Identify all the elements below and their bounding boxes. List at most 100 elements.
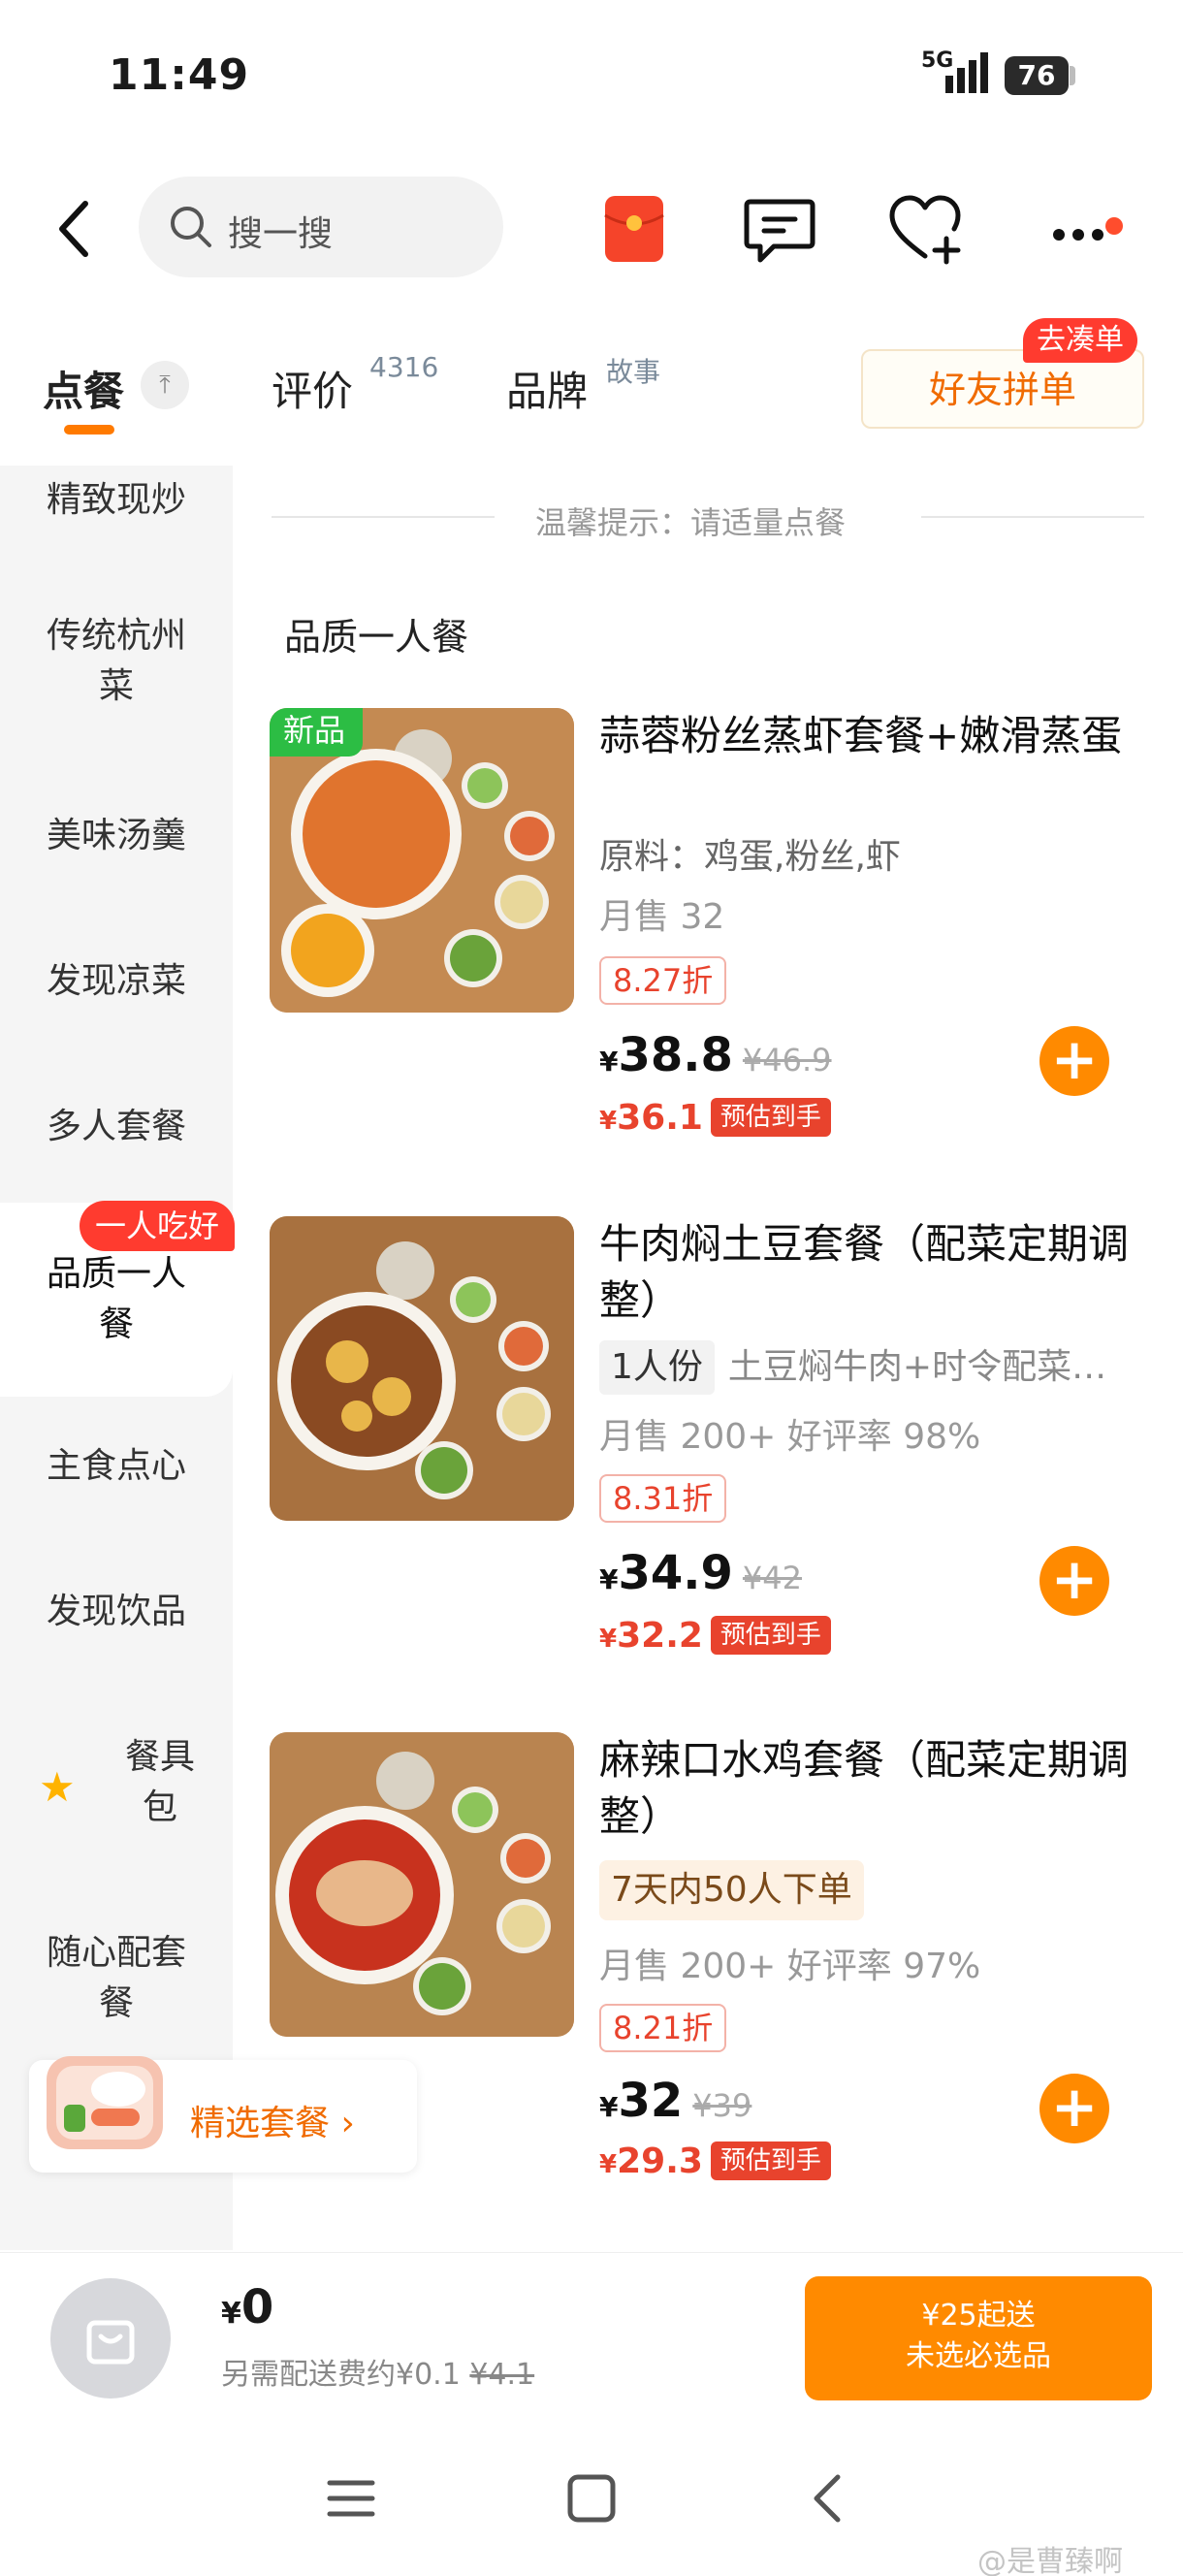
dish-image (270, 1216, 574, 1521)
shopping-bag-icon (86, 2320, 135, 2365)
sidebar-item[interactable]: 多人套餐 (0, 1102, 233, 1152)
message-icon[interactable] (741, 190, 818, 268)
delivery-fee-label: 另需配送费约¥0.1 (221, 2358, 461, 2392)
original-price: ¥42 (742, 1560, 802, 1596)
checkout-button[interactable]: ¥25起送 未选必选品 (805, 2276, 1152, 2400)
popularity-badge: 7天内50人下单 (599, 1860, 864, 1920)
estimated-price-row: ¥36.1 预估到手 (599, 1098, 831, 1138)
cart-total-value: 0 (240, 2280, 274, 2334)
red-packet-icon[interactable] (603, 194, 665, 264)
battery-tip (1070, 66, 1075, 85)
star-icon: ★ (39, 1763, 76, 1811)
currency-symbol: ¥ (599, 2150, 618, 2179)
dish-title: 蒜蓉粉丝蒸虾套餐+嫩滑蒸蛋 (599, 712, 1123, 759)
featured-set-label: 精选套餐 › (190, 2104, 355, 2143)
dish-sales: 月售 32 (599, 897, 725, 937)
price-row: ¥32 ¥39 (599, 2074, 751, 2128)
sidebar-item[interactable]: 主食点心 (0, 1441, 233, 1492)
discount-badge: 8.27折 (599, 956, 727, 1005)
tab-order[interactable]: 点餐 (43, 359, 124, 418)
category-sidebar: 精致现炒 传统杭州菜 美味汤羹 发现凉菜 多人套餐 品质一人餐 主食点心 发现饮… (0, 466, 233, 2250)
tip-row: 温馨提示：请适量点餐 (272, 493, 1144, 541)
divider (272, 516, 495, 518)
section-title: 品质一人餐 (284, 616, 469, 659)
currency-symbol: ¥ (599, 2091, 619, 2123)
sidebar-item[interactable]: 发现凉菜 (0, 956, 233, 1007)
search-input[interactable]: 搜一搜 (139, 177, 503, 277)
featured-set-banner[interactable]: 精选套餐 › (29, 2056, 417, 2173)
discount-badge: 8.21折 (599, 2004, 727, 2052)
pin-top-icon[interactable]: ⤒ (141, 361, 189, 409)
menu-icon[interactable] (322, 2469, 380, 2528)
price: 32 (618, 2074, 684, 2128)
currency-symbol: ¥ (221, 2297, 241, 2331)
brand-story-label: 故事 (606, 356, 661, 388)
tab-reviews[interactable]: 评价 (272, 359, 353, 418)
estimated-price-row: ¥29.3 预估到手 (599, 2141, 831, 2181)
price-row: ¥38.8 ¥46.9 (599, 1028, 832, 1082)
discount-badge: 8.31折 (599, 1474, 727, 1523)
currency-symbol: ¥ (599, 1046, 619, 1078)
menu-item-card[interactable]: 牛肉焖土豆套餐（配菜定期调整） 1人份 土豆焖牛肉+时令配菜… 月售 200+ 好… (270, 1216, 1152, 1701)
menu-item-card[interactable]: 新品 蒜蓉粉丝蒸虾套餐+嫩滑蒸蛋 原料：鸡蛋,粉丝,虾 月售 32 8.27折 … (270, 708, 1152, 1193)
price: 34.9 (618, 1546, 733, 1600)
add-to-cart-button[interactable]: + (1039, 2074, 1109, 2143)
min-order-label: ¥25起送 (921, 2299, 1036, 2333)
home-icon[interactable] (562, 2469, 621, 2528)
new-badge: 新品 (270, 708, 363, 757)
portion-chip: 1人份 (599, 1340, 715, 1395)
currency-symbol: ¥ (599, 1107, 618, 1136)
estimated-price-row: ¥32.2 预估到手 (599, 1616, 831, 1656)
sidebar-item-active[interactable]: 品质一人餐 (0, 1249, 233, 1350)
status-bar: 11:49 5G 76 (0, 0, 1183, 145)
estimated-price: 36.1 (617, 1098, 703, 1138)
watermark: @是曹臻啊 (977, 2545, 1123, 2576)
dish-sales: 月售 200+ 好评率 98% (599, 1417, 981, 1457)
currency-symbol: ¥ (599, 1625, 618, 1654)
sidebar-item[interactable]: 传统杭州菜 (0, 611, 233, 712)
tab-bar: 点餐 ⤒ 评价 4316 品牌 故事 好友拼单 去凑单 (0, 318, 1183, 446)
sidebar-item[interactable]: 随心配套餐 (0, 1928, 233, 2029)
notification-dot (1105, 217, 1123, 235)
dish-image (270, 1732, 574, 2037)
favorite-icon[interactable] (886, 190, 964, 268)
delivery-original-fee: ¥4.1 (469, 2358, 535, 2392)
dish-ingredients: 原料：鸡蛋,粉丝,虾 (599, 837, 901, 877)
estimated-price: 29.3 (617, 2141, 703, 2181)
price: 38.8 (618, 1028, 733, 1082)
dish-detail-row: 1人份 土豆焖牛肉+时令配菜… (599, 1338, 1106, 1395)
dish-title: 牛肉焖土豆套餐（配菜定期调整） (599, 1220, 1130, 1324)
search-icon (171, 207, 211, 247)
original-price: ¥46.9 (742, 1042, 832, 1079)
cart-icon[interactable] (50, 2278, 171, 2399)
group-order-badge: 去凑单 (1023, 318, 1137, 363)
sidebar-active-badge: 一人吃好 (80, 1201, 236, 1251)
currency-symbol: ¥ (599, 1563, 619, 1595)
divider (921, 516, 1144, 518)
estimated-tag: 预估到手 (710, 2141, 831, 2180)
search-placeholder: 搜一搜 (228, 214, 334, 254)
dish-sales: 月售 200+ 好评率 97% (599, 1947, 981, 1986)
dish-title: 麻辣口水鸡套餐（配菜定期调整） (599, 1736, 1130, 1840)
cart-bar: ¥0 另需配送费约¥0.1 ¥4.1 ¥25起送 未选必选品 (0, 2252, 1183, 2417)
add-to-cart-button[interactable]: + (1039, 1026, 1109, 1096)
nav-back-icon[interactable] (801, 2469, 859, 2528)
sidebar-item[interactable]: 发现饮品 (0, 1587, 233, 1637)
dish-image: 新品 (270, 708, 574, 1013)
sidebar-item[interactable]: 美味汤羹 (0, 811, 233, 861)
cart-total: ¥0 (221, 2280, 273, 2334)
back-icon[interactable] (48, 194, 107, 264)
add-to-cart-button[interactable]: + (1039, 1546, 1109, 1616)
tab-active-indicator (64, 425, 114, 435)
estimated-tag: 预估到手 (710, 1616, 831, 1655)
lunchbox-image (47, 2056, 163, 2149)
status-time: 11:49 (109, 50, 250, 100)
tab-brand[interactable]: 品牌 (506, 359, 588, 418)
required-item-label: 未选必选品 (906, 2339, 1051, 2373)
dish-description: 土豆焖牛肉+时令配菜… (727, 1347, 1107, 1387)
sidebar-item[interactable]: 精致现炒 (0, 475, 233, 526)
delivery-fee: 另需配送费约¥0.1 ¥4.1 (221, 2350, 534, 2393)
header: 搜一搜 (0, 165, 1183, 291)
tip-text: 温馨提示：请适量点餐 (535, 504, 847, 541)
sidebar-item[interactable]: 餐具包 (107, 1732, 213, 1833)
